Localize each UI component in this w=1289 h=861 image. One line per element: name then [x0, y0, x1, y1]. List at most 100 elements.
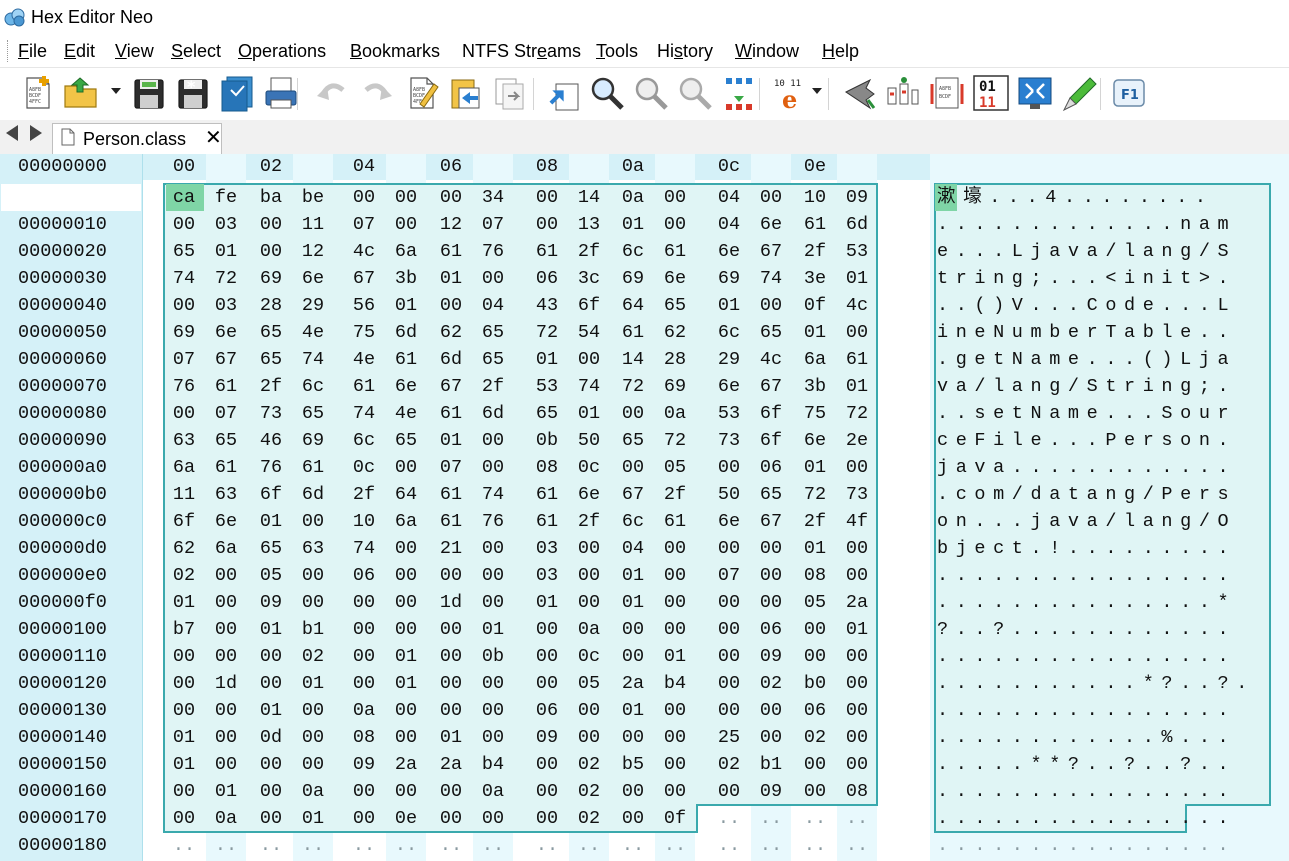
hex-byte[interactable]: 00: [527, 643, 567, 670]
hex-byte[interactable]: 76: [473, 508, 513, 535]
hex-byte[interactable]: 09: [837, 184, 877, 211]
hex-byte[interactable]: 01: [386, 643, 426, 670]
hex-byte[interactable]: ..: [795, 832, 835, 859]
hex-byte[interactable]: 65: [527, 400, 567, 427]
hex-byte[interactable]: 00: [344, 589, 384, 616]
hex-byte[interactable]: 00: [386, 211, 426, 238]
hex-byte[interactable]: ..: [837, 832, 877, 859]
hex-byte[interactable]: 3b: [795, 373, 835, 400]
hex-byte[interactable]: 09: [527, 724, 567, 751]
hex-byte[interactable]: 01: [795, 319, 835, 346]
hex-byte[interactable]: 02: [709, 751, 749, 778]
hex-editor-view[interactable]: 000102030405060708090a0b0c0d0e0f 0000000…: [0, 154, 1289, 861]
hex-byte[interactable]: fe: [206, 184, 246, 211]
hex-byte[interactable]: 21: [431, 535, 471, 562]
hex-byte[interactable]: 6f: [751, 400, 791, 427]
hex-byte[interactable]: 06: [751, 616, 791, 643]
text-row[interactable]: ................: [937, 562, 1236, 589]
save-icon[interactable]: [130, 74, 168, 112]
hex-byte[interactable]: 61: [431, 481, 471, 508]
hex-byte[interactable]: 53: [709, 400, 749, 427]
hex-byte[interactable]: 61: [837, 346, 877, 373]
hex-byte[interactable]: 01: [795, 454, 835, 481]
hex-byte[interactable]: 63: [293, 535, 333, 562]
hex-byte[interactable]: 6d: [293, 481, 333, 508]
hex-byte[interactable]: 00: [751, 535, 791, 562]
hex-byte[interactable]: ..: [569, 832, 609, 859]
hex-byte[interactable]: 0a: [293, 778, 333, 805]
hex-byte[interactable]: 01: [251, 697, 291, 724]
hex-byte[interactable]: 0c: [569, 454, 609, 481]
hex-byte[interactable]: 6c: [293, 373, 333, 400]
hex-byte[interactable]: 6a: [206, 535, 246, 562]
hex-byte[interactable]: 14: [569, 184, 609, 211]
hex-byte[interactable]: 00: [613, 778, 653, 805]
hex-byte[interactable]: 61: [655, 508, 695, 535]
hex-byte[interactable]: 00: [613, 643, 653, 670]
hex-byte[interactable]: 00: [164, 697, 204, 724]
hex-byte[interactable]: ba: [251, 184, 291, 211]
hex-byte[interactable]: 54: [569, 319, 609, 346]
hex-byte[interactable]: 72: [206, 265, 246, 292]
hex-byte[interactable]: 62: [655, 319, 695, 346]
hex-byte[interactable]: ..: [164, 832, 204, 859]
hex-byte[interactable]: 07: [473, 211, 513, 238]
hex-byte[interactable]: ..: [386, 832, 426, 859]
hex-byte[interactable]: 61: [655, 238, 695, 265]
hex-byte[interactable]: 0e: [386, 805, 426, 832]
text-row[interactable]: .getName...()Lja: [937, 346, 1236, 373]
compare-icon[interactable]: A8FB BCDF: [928, 74, 966, 112]
hex-byte[interactable]: 00: [386, 184, 426, 211]
hex-byte[interactable]: 06: [527, 697, 567, 724]
hex-byte[interactable]: 00: [473, 724, 513, 751]
redo-icon[interactable]: [358, 74, 396, 112]
hex-byte[interactable]: 10: [344, 508, 384, 535]
hex-byte[interactable]: 02: [164, 562, 204, 589]
hex-byte[interactable]: 00: [751, 184, 791, 211]
hex-byte[interactable]: 07: [206, 400, 246, 427]
text-row[interactable]: ................: [937, 697, 1236, 724]
hex-byte[interactable]: 00: [569, 724, 609, 751]
hex-byte[interactable]: 00: [655, 724, 695, 751]
hex-byte[interactable]: 00: [709, 643, 749, 670]
hex-byte[interactable]: 02: [751, 670, 791, 697]
hex-byte[interactable]: 06: [527, 265, 567, 292]
hex-byte[interactable]: 2a: [431, 751, 471, 778]
hex-byte[interactable]: ..: [613, 832, 653, 859]
hex-byte[interactable]: ..: [795, 805, 835, 832]
hex-byte[interactable]: 05: [655, 454, 695, 481]
hex-byte[interactable]: 01: [655, 643, 695, 670]
hex-byte[interactable]: ..: [344, 832, 384, 859]
hex-byte[interactable]: 0c: [344, 454, 384, 481]
cursor-select-icon[interactable]: [840, 74, 878, 112]
hex-byte[interactable]: 75: [795, 400, 835, 427]
hex-byte[interactable]: 6d: [837, 211, 877, 238]
pen-icon[interactable]: F1: [1110, 74, 1148, 112]
hex-byte[interactable]: 67: [431, 373, 471, 400]
hex-byte[interactable]: ..: [251, 832, 291, 859]
hex-byte[interactable]: 6f: [251, 481, 291, 508]
hex-byte[interactable]: 00: [655, 778, 695, 805]
hex-byte[interactable]: 00: [527, 670, 567, 697]
hex-byte[interactable]: 4e: [293, 319, 333, 346]
hex-byte[interactable]: 65: [473, 346, 513, 373]
hex-byte[interactable]: 07: [431, 454, 471, 481]
menu-history[interactable]: History: [657, 41, 713, 62]
hex-byte[interactable]: ca: [164, 184, 204, 211]
encoding-icon[interactable]: 10 11 e: [772, 74, 810, 112]
hex-byte[interactable]: 76: [473, 238, 513, 265]
goto-icon[interactable]: [544, 74, 582, 112]
hex-byte[interactable]: ..: [709, 832, 749, 859]
hex-byte[interactable]: b4: [473, 751, 513, 778]
hex-byte[interactable]: 0a: [655, 400, 695, 427]
hex-byte[interactable]: 00: [751, 292, 791, 319]
hex-byte[interactable]: 00: [293, 589, 333, 616]
hex-byte[interactable]: 01: [837, 265, 877, 292]
hex-byte[interactable]: 07: [344, 211, 384, 238]
hex-byte[interactable]: 06: [751, 454, 791, 481]
hex-byte[interactable]: 3b: [386, 265, 426, 292]
hex-byte[interactable]: 6a: [164, 454, 204, 481]
hex-byte[interactable]: 74: [164, 265, 204, 292]
hex-byte[interactable]: 07: [709, 562, 749, 589]
hex-byte[interactable]: 0a: [613, 184, 653, 211]
